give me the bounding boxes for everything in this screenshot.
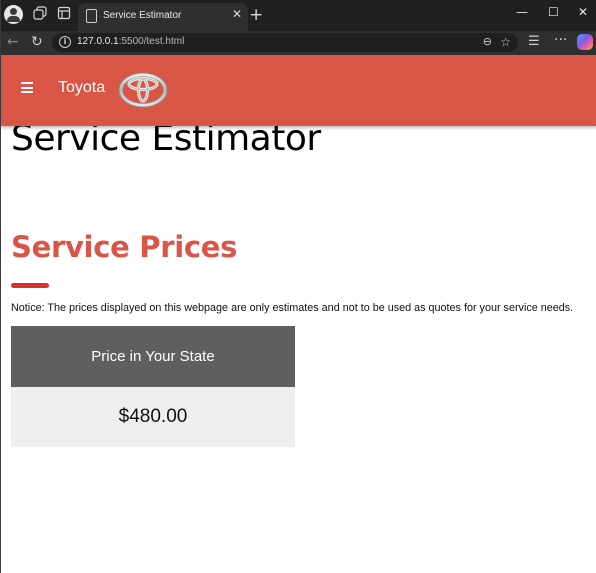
price-table: Price in Your State $480.00: [11, 326, 295, 447]
address-bar: ← ↻ i 127.0.0.1:5500/test.html ⊖ ☆ ☰ ···: [1, 31, 596, 55]
price-notice: Notice: The prices displayed on this web…: [11, 302, 574, 314]
favorites-icon[interactable]: ☰: [528, 34, 540, 49]
price-table-header: Price in Your State: [11, 326, 295, 387]
profile-icon[interactable]: [4, 5, 23, 24]
window-close-icon[interactable]: ✕: [578, 5, 588, 19]
refresh-icon[interactable]: ↻: [31, 34, 43, 50]
new-tab-icon[interactable]: +: [249, 5, 263, 25]
toyota-logo[interactable]: [117, 71, 169, 109]
document-icon: [86, 9, 97, 23]
tab-title: Service Estimator: [103, 10, 182, 21]
section-title: Service Prices: [11, 230, 238, 264]
price-value: $480.00: [11, 387, 295, 447]
tab-service-estimator[interactable]: Service Estimator ✕: [78, 3, 248, 31]
section-divider: [11, 283, 49, 288]
workspaces-icon[interactable]: [31, 6, 49, 24]
tab-actions-icon[interactable]: [55, 6, 73, 24]
close-icon[interactable]: ✕: [232, 7, 242, 21]
zoom-icon[interactable]: ⊖: [483, 35, 492, 48]
back-icon[interactable]: ←: [7, 34, 19, 50]
more-icon[interactable]: ···: [554, 32, 567, 48]
minimize-icon[interactable]: —: [516, 5, 528, 19]
copilot-icon[interactable]: [577, 34, 593, 50]
hamburger-menu-icon[interactable]: [21, 82, 33, 93]
page-viewport: Toyota Service Estimator Service Prices …: [1, 55, 596, 573]
info-icon[interactable]: i: [59, 36, 71, 48]
brand-name[interactable]: Toyota: [58, 79, 105, 97]
maximize-icon[interactable]: ☐: [548, 5, 559, 19]
site-header: Toyota: [1, 55, 596, 126]
url-text[interactable]: 127.0.0.1:5500/test.html: [77, 36, 184, 47]
browser-window: Service Estimator ✕ + — ☐ ✕ ← ↻ i 127.0.…: [0, 0, 596, 573]
url-field[interactable]: i 127.0.0.1:5500/test.html ⊖ ☆: [52, 33, 518, 52]
favorite-star-icon[interactable]: ☆: [500, 35, 511, 49]
tab-bar: Service Estimator ✕ + — ☐ ✕: [1, 0, 596, 31]
